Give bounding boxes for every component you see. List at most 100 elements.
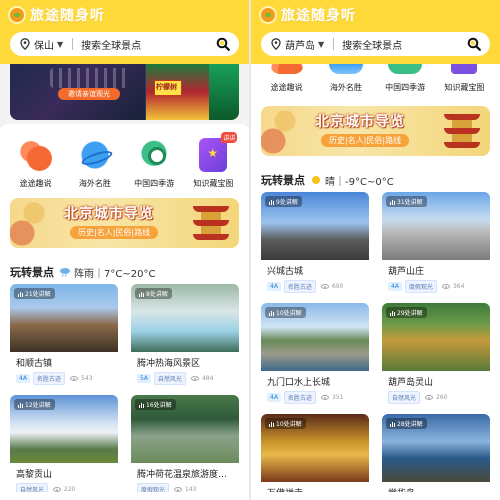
search-bar[interactable]: 保山 ▼ 搜索全球景点 [10, 32, 239, 56]
category-label: 中国四季游 [134, 179, 175, 188]
audio-bars-icon [18, 291, 23, 297]
weather-summary: 晴｜-9°C~0°C [325, 176, 394, 188]
category-seasons[interactable]: 中国四季游 [376, 64, 434, 93]
attraction-meta: 4A 名胜古迹 351 [261, 388, 369, 408]
views-eye-icon [190, 376, 199, 381]
attraction-name: 葫芦山庄 [388, 267, 425, 277]
city-selector[interactable]: 葫芦岛 [285, 37, 315, 52]
attraction-card[interactable]: 31处讲解 葫芦山庄 4A 度假观光 364 [382, 192, 490, 297]
chevron-down-icon[interactable]: ▼ [57, 40, 63, 49]
attraction-card[interactable]: 9处讲解 兴城古城 4A 名胜古迹 690 [261, 192, 369, 297]
trip-icon[interactable] [18, 138, 53, 172]
level-tag: 4A [388, 282, 402, 291]
audio-bars-icon [269, 310, 274, 316]
audio-bars-icon [139, 402, 144, 408]
top-bar: 旅途随身听 保山 ▼ 搜索全球景点 [0, 0, 249, 64]
attraction-card[interactable]: 28处讲解 觉华岛 [382, 414, 490, 499]
views-eye-icon [441, 284, 450, 289]
carousel-shop-sign: 柠檬树 [156, 83, 177, 91]
category-label: 途途趣说 [270, 83, 303, 92]
attraction-grid: 21处讲解 和顺古镇 4A 名胜古迹 543 8处讲解 腾冲热海风景区 5A 自… [10, 284, 239, 500]
attraction-photo[interactable]: 21处讲解 [10, 284, 118, 352]
trip-icon[interactable] [269, 64, 304, 74]
location-pin-icon[interactable] [270, 38, 282, 50]
search-icon[interactable] [216, 37, 230, 51]
app-title: 旅途随身听 [281, 8, 356, 24]
attraction-photo[interactable]: 9处讲解 [261, 192, 369, 260]
carousel-image-night-town[interactable]: 邀请亲谊观光 [10, 64, 145, 120]
attraction-card[interactable]: 21处讲解 和顺古镇 4A 名胜古迹 543 [10, 284, 118, 389]
profile-tab-indicator-icon[interactable] [431, 493, 441, 498]
chevron-down-icon[interactable]: ▼ [318, 40, 324, 49]
audio-guide-badge: 16处讲解 [135, 399, 176, 410]
profile-tab-indicator-icon[interactable] [180, 493, 190, 498]
attraction-card[interactable]: 10处讲解 万佛禅寺 [261, 414, 369, 499]
attraction-photo[interactable]: 28处讲解 [382, 414, 490, 482]
attraction-photo[interactable]: 10处讲解 [261, 303, 369, 371]
attraction-card[interactable]: 8处讲解 腾冲热海风景区 5A 自然风光 484 [131, 284, 239, 389]
search-input[interactable]: 搜索全球景点 [342, 37, 467, 52]
audio-guide-badge: 10处讲解 [265, 418, 306, 429]
views-count: 351 [331, 394, 344, 401]
category-knowledge-map[interactable]: 讲讲 知识藏宝图 [184, 132, 242, 189]
pagoda-illustration-icon [193, 202, 229, 244]
attraction-photo[interactable]: 10处讲解 [261, 414, 369, 482]
attraction-card[interactable]: 10处讲解 九门口水上长城 4A 名胜古迹 351 [261, 303, 369, 408]
level-tag: 4A [267, 282, 281, 291]
audio-guide-badge: 31处讲解 [386, 196, 427, 207]
attraction-photo[interactable]: 8处讲解 [131, 284, 239, 352]
attraction-meta: 4A 名胜古迹 690 [261, 277, 369, 297]
season-icon[interactable] [137, 138, 172, 172]
home-tab-indicator-icon[interactable] [58, 493, 68, 498]
season-icon[interactable] [388, 64, 423, 74]
category-overseas[interactable]: 海外名胜 [317, 64, 375, 93]
category-trip-talk[interactable]: 途途趣说 [7, 138, 65, 189]
app-title-group: 旅途随身听 [259, 4, 356, 26]
audio-bars-icon [390, 421, 395, 427]
category-seasons[interactable]: 中国四季游 [125, 138, 183, 189]
attraction-photo[interactable]: 16处讲解 [131, 395, 239, 463]
city-selector[interactable]: 保山 [34, 37, 54, 52]
sun-icon [310, 175, 322, 185]
location-pin-icon[interactable] [19, 38, 31, 50]
attraction-card[interactable]: 29处讲解 葫芦岛灵山 自然风光 260 [382, 303, 490, 408]
type-tag: 自然风光 [153, 372, 186, 385]
attraction-meta: 5A 自然风光 484 [131, 369, 239, 389]
city-guide-banner[interactable]: 北京城市导览 历史|名人|民俗|路线 [10, 198, 239, 248]
promo-carousel[interactable]: 邀请亲谊观光 柠檬树 [10, 64, 239, 120]
home-tab-indicator-icon[interactable] [309, 493, 319, 498]
globe-icon[interactable] [77, 138, 112, 172]
category-overseas[interactable]: 海外名胜 [66, 138, 124, 189]
category-knowledge-map[interactable]: 知识藏宝图 [435, 64, 493, 93]
bottom-tab-bar [251, 492, 500, 500]
attraction-meta: 自然风光 260 [382, 388, 490, 408]
attraction-photo[interactable]: 12处讲解 [10, 395, 118, 463]
attraction-photo[interactable]: 31处讲解 [382, 192, 490, 260]
audio-guide-badge: 12处讲解 [14, 399, 55, 410]
attraction-card[interactable]: 16处讲解 腾冲荷花温泉旅游度… 度假观光 143 [131, 395, 239, 500]
attraction-card[interactable]: 12处讲解 高黎贡山 自然风光 220 [10, 395, 118, 500]
search-input[interactable]: 搜索全球景点 [81, 37, 216, 52]
attractions-section-header: 玩转景点 阵雨｜7°C~20°C [10, 264, 155, 280]
book-icon[interactable]: 讲讲 [199, 132, 238, 172]
book-icon[interactable] [451, 64, 478, 74]
carousel-image-shop[interactable]: 柠檬树 [146, 64, 239, 120]
section-title: 玩转景点 [261, 174, 305, 188]
category-label: 海外名胜 [78, 179, 111, 188]
audio-bars-icon [390, 199, 395, 205]
attraction-photo[interactable]: 29处讲解 [382, 303, 490, 371]
views-count: 543 [80, 375, 93, 382]
rain-cloud-icon [59, 267, 71, 277]
audio-bars-icon [269, 199, 274, 205]
audio-guide-badge: 29处讲解 [386, 307, 427, 318]
type-tag: 名胜古迹 [283, 391, 316, 404]
globe-icon[interactable] [328, 64, 363, 74]
attraction-name: 葫芦岛灵山 [388, 378, 434, 388]
audio-guide-badge: 21处讲解 [14, 288, 55, 299]
category-trip-talk[interactable]: 途途趣说 [258, 64, 316, 93]
search-bar[interactable]: 葫芦岛 ▼ 搜索全球景点 [261, 32, 490, 56]
search-icon[interactable] [467, 37, 481, 51]
city-guide-banner[interactable]: 北京城市导览 历史|名人|民俗|路线 [261, 106, 490, 156]
audio-bars-icon [18, 402, 23, 408]
carousel-cta-pill[interactable]: 邀请亲谊观光 [58, 88, 120, 100]
